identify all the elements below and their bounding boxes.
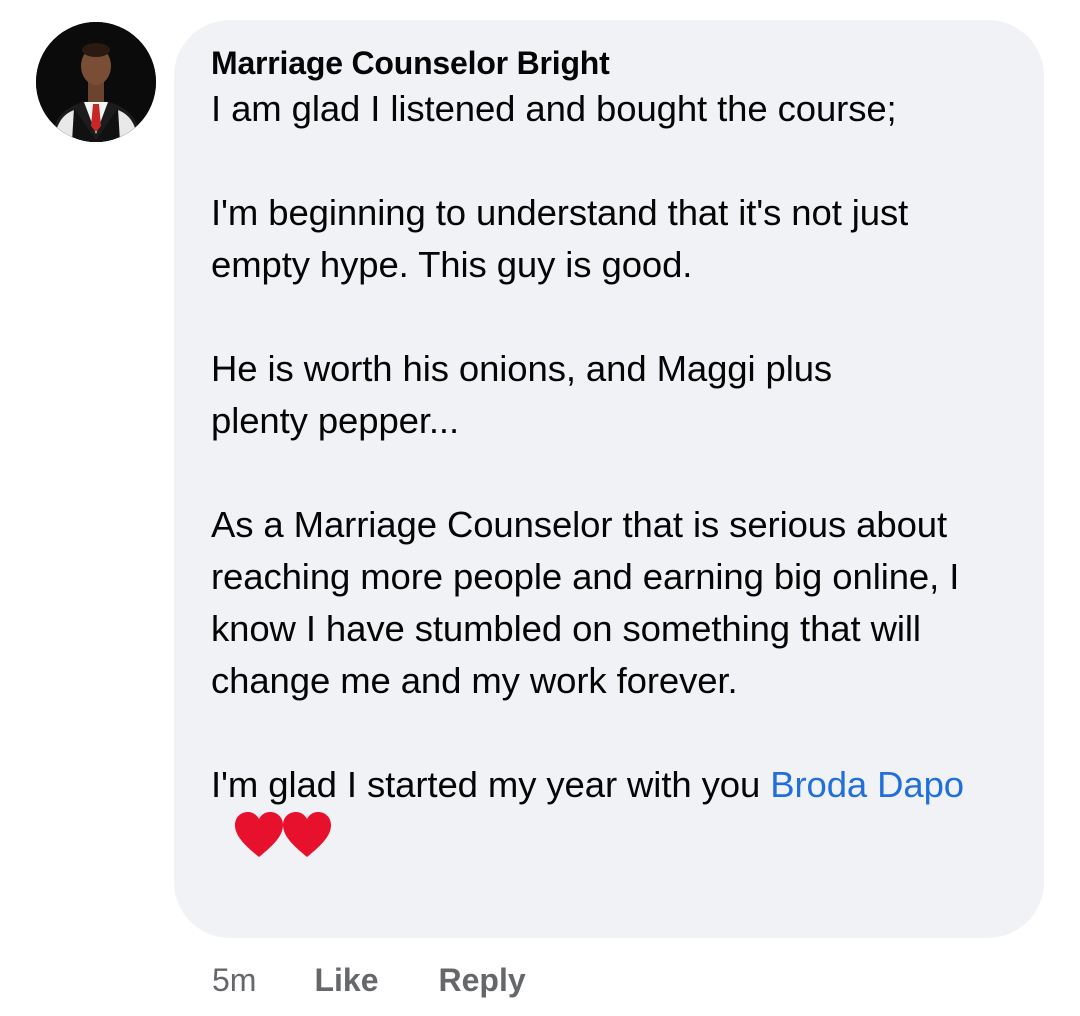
comment-bubble: Marriage Counselor Bright I am glad I li…	[174, 20, 1044, 938]
comment-author-name[interactable]: Marriage Counselor Bright	[211, 43, 1044, 83]
red-heart-emoji-icon	[233, 811, 333, 873]
profile-photo-icon	[36, 22, 156, 142]
comment-text: I'm glad I started my year with you	[211, 764, 771, 805]
comment-paragraph: I am glad I listened and bought the cour…	[211, 88, 897, 129]
comment-paragraph-last: I'm glad I started my year with you Brod…	[211, 759, 971, 873]
comment-timestamp[interactable]: 5m	[212, 962, 256, 999]
comment-actions: 5m Like Reply	[212, 958, 526, 1002]
comment-paragraph: As a Marriage Counselor that is serious …	[211, 504, 960, 701]
like-button[interactable]: Like	[314, 962, 378, 999]
reply-button[interactable]: Reply	[438, 962, 525, 999]
comment-paragraph: He is worth his onions, and Maggi plus p…	[211, 348, 833, 441]
comment-body: I am glad I listened and bought the cour…	[211, 83, 1044, 873]
author-avatar[interactable]	[36, 22, 156, 142]
comment-paragraph: I'm beginning to understand that it's no…	[211, 192, 909, 285]
mention-link[interactable]: Broda Dapo	[770, 764, 964, 805]
